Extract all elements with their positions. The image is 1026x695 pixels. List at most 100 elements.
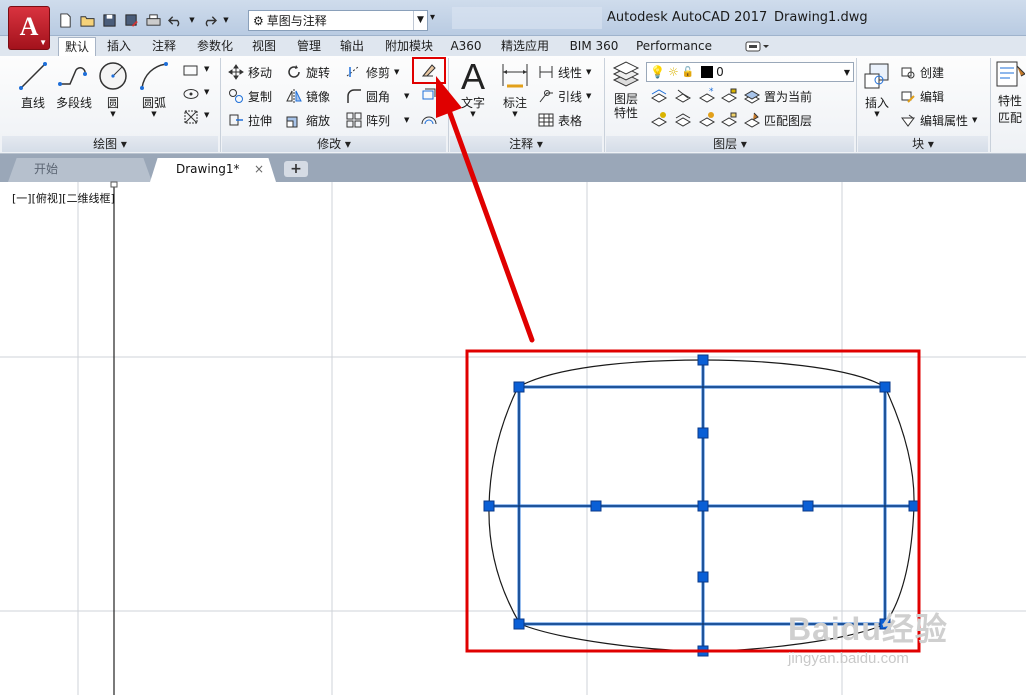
array-button[interactable]: 阵列 ▼ [346,110,409,130]
tab-start[interactable]: 开始 [8,158,152,182]
viewport-controls[interactable]: [一][俯视][二维线框] [12,190,115,206]
text-button[interactable]: A 文字 ▼ [456,58,490,118]
autocad-logo: A [19,12,39,41]
match-layer-button[interactable]: 匹配图层 [744,110,812,130]
drawing-canvas[interactable] [0,182,1026,695]
match-properties-button[interactable]: 特性 匹配 [994,60,1026,126]
make-current-button[interactable]: 置为当前 [744,86,812,106]
create-block-button[interactable]: 创建 [900,62,944,82]
table-button[interactable]: 表格 [538,110,582,130]
open-icon[interactable] [78,11,96,29]
annotation-panel-title[interactable]: 注释 ▾ [450,136,602,152]
chevron-down-icon[interactable]: ▼ [496,111,534,118]
close-icon[interactable]: × [254,158,264,180]
tab-manage[interactable]: 管理 [292,37,326,56]
chevron-down-icon[interactable]: ▼ [204,65,209,73]
application-menu-button[interactable]: A ▼ [8,6,50,50]
chevron-down-icon[interactable]: ▼ [204,88,209,96]
layer-isolate-icon[interactable] [674,86,692,104]
redo-dropdown-icon[interactable]: ▼ [222,11,230,29]
chevron-down-icon[interactable]: ▼ [404,92,409,100]
save-icon[interactable] [100,11,118,29]
explode-icon[interactable] [420,86,438,104]
draw-panel-title[interactable]: 绘图 ▾ [2,136,218,152]
dimension-button[interactable]: 标注 ▼ [496,60,534,118]
layer-thaw-icon[interactable] [698,110,716,128]
layer-properties-button[interactable]: 图层 特性 [608,60,644,120]
mirror-label: 镜像 [306,89,331,104]
chevron-down-icon[interactable]: ▼ [972,116,977,124]
save-as-icon[interactable] [122,11,140,29]
modify-panel-title[interactable]: 修改 ▾ [222,136,446,152]
line-button[interactable]: 直线 [14,60,52,111]
leader-button[interactable]: 引线 ▼ [538,86,591,106]
chevron-down-icon[interactable]: ▼ [586,92,591,100]
edit-attributes-button[interactable]: 编辑属性 ▼ [900,110,977,130]
tab-featured-apps[interactable]: 精选应用 [496,37,554,56]
chevron-down-icon[interactable]: ▼ [456,111,490,118]
offset-icon[interactable] [420,110,438,128]
ribbon-minimize-icon[interactable] [745,40,769,53]
tab-addins[interactable]: 附加模块 [380,37,438,56]
tab-view[interactable]: 视图 [248,37,280,56]
rectangle-icon[interactable] [182,62,200,80]
fillet-button[interactable]: 圆角 ▼ [346,86,409,106]
plot-icon[interactable] [144,11,162,29]
workspace-selector[interactable]: ⚙ 草图与注释 ▼ [248,10,428,31]
customize-toolbar-icon[interactable]: ▾ [430,12,435,23]
linear-dimension-button[interactable]: 线性 ▼ [538,62,591,82]
tab-a360[interactable]: A360 [446,37,486,56]
circle-button[interactable]: 圆 ▼ [96,60,130,118]
stretch-button[interactable]: 拉伸 [228,110,272,130]
redo-icon[interactable] [200,11,218,29]
tab-insert[interactable]: 插入 [102,37,136,56]
panel-divider [448,58,449,152]
new-tab-button[interactable]: + [284,161,308,177]
undo-icon[interactable] [166,11,184,29]
chevron-down-icon[interactable]: ▼ [204,111,209,119]
layer-unisolate-icon[interactable] [674,110,692,128]
insert-block-icon [864,63,889,89]
layers-panel-title[interactable]: 图层 ▾ [606,136,854,152]
gradient-icon[interactable] [182,108,200,126]
arc-label: 圆弧 [141,96,166,110]
layer-dropdown[interactable]: 💡 ☼ 🔓 0 ▼ [646,62,854,82]
layer-lock-icon[interactable] [720,86,738,104]
chevron-down-icon[interactable]: ▼ [860,111,894,118]
layer-off-icon[interactable] [650,86,668,104]
layer-on-icon[interactable] [650,110,668,128]
chevron-down-icon[interactable]: ▼ [134,111,174,118]
tab-parametric[interactable]: 参数化 [192,37,238,56]
layer-freeze-icon[interactable]: * [698,86,716,104]
tab-performance[interactable]: Performance [634,37,714,56]
tab-drawing1[interactable]: Drawing1* × [150,158,276,182]
new-icon[interactable] [56,11,74,29]
hatch-icon[interactable] [182,85,200,103]
fillet-label: 圆角 [366,89,391,104]
layer-unlock-icon[interactable] [720,110,738,128]
mirror-button[interactable]: 镜像 [286,86,330,106]
tab-output[interactable]: 输出 [336,37,368,56]
chevron-down-icon[interactable]: ▼ [96,111,130,118]
copy-icon [229,89,243,103]
move-button[interactable]: 移动 [228,62,272,82]
scale-button[interactable]: 缩放 [286,110,330,130]
rotate-button[interactable]: 旋转 [286,62,330,82]
chevron-down-icon[interactable]: ▼ [394,68,399,76]
chevron-down-icon[interactable]: ▼ [586,68,591,76]
tab-home[interactable]: 默认 [58,37,96,56]
tab-annotate[interactable]: 注释 [146,37,182,56]
undo-dropdown-icon[interactable]: ▼ [188,11,196,29]
chevron-down-icon[interactable]: ▼ [404,116,409,124]
edit-block-button[interactable]: 编辑 [900,86,944,106]
arc-button[interactable]: 圆弧 ▼ [134,60,174,118]
block-panel-title[interactable]: 块 ▾ [858,136,988,152]
trim-button[interactable]: 修剪 ▼ [346,62,399,82]
ribbon-home: 直线 多段线 圆 ▼ 圆弧 ▼ ▼ ▼ ▼ 绘图 ▾ 移动 旋转 修剪 ▼ 复制 [0,56,1026,154]
insert-block-button[interactable]: 插入 ▼ [860,62,894,118]
copy-button[interactable]: 复制 [228,86,272,106]
polyline-button[interactable]: 多段线 [52,60,96,111]
tab-bim360[interactable]: BIM 360 [564,37,624,56]
lightbulb-icon: 💡 [650,65,665,79]
quick-access-toolbar: ▼ ▼ [56,10,230,30]
